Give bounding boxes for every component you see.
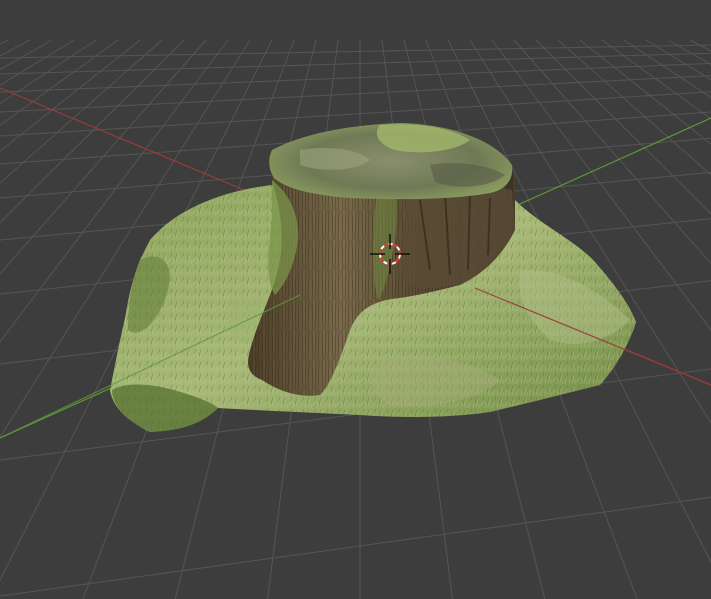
grid-line — [667, 39, 711, 65]
grid-line — [0, 39, 75, 86]
tree-stump-mesh[interactable] — [110, 123, 636, 432]
grid-line — [0, 496, 711, 597]
viewport-canvas[interactable] — [0, 0, 711, 599]
grid-line — [0, 75, 711, 113]
grid-line — [0, 39, 119, 126]
grid-line — [689, 39, 711, 52]
grid-line — [0, 39, 141, 152]
grid-line — [0, 39, 97, 105]
grid-line — [0, 62, 711, 93]
grid-line — [0, 39, 31, 57]
grid-line — [0, 39, 53, 71]
3d-viewport[interactable] — [0, 0, 711, 599]
grid-line — [645, 39, 711, 81]
